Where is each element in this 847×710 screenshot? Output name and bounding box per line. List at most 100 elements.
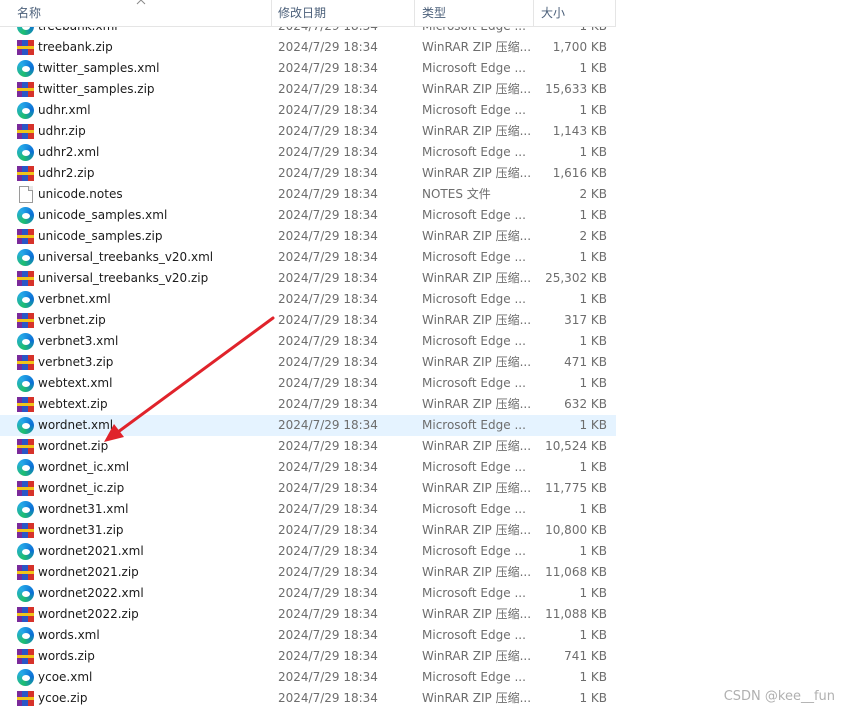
file-size: 1 KB <box>579 460 607 474</box>
column-type-header[interactable]: 类型 <box>422 0 446 26</box>
table-row[interactable]: udhr2.zip 2024/7/29 18:34 WinRAR ZIP 压缩...… <box>0 163 616 184</box>
edge-file-icon <box>17 291 34 308</box>
file-name: wordnet2022.zip <box>38 607 139 621</box>
table-row[interactable]: wordnet.xml 2024/7/29 18:34 Microsoft Edge… <box>0 415 616 436</box>
file-date: 2024/7/29 18:34 <box>278 586 378 600</box>
table-row[interactable]: webtext.zip 2024/7/29 18:34 WinRAR ZIP 压缩.… <box>0 394 616 415</box>
file-size: 1 KB <box>579 145 607 159</box>
file-type: NOTES 文件 <box>422 187 491 201</box>
table-row[interactable]: udhr2.xml 2024/7/29 18:34 Microsoft Edge .… <box>0 142 616 163</box>
file-size: 15,633 KB <box>545 82 607 96</box>
column-header: 名称 修改日期 类型 大小 <box>0 0 616 27</box>
file-name: ycoe.xml <box>38 670 93 684</box>
file-name: twitter_samples.zip <box>38 82 155 96</box>
file-date: 2024/7/29 18:34 <box>278 145 378 159</box>
file-size: 1 KB <box>579 61 607 75</box>
file-name: wordnet2022.xml <box>38 586 144 600</box>
edge-file-icon <box>17 60 34 77</box>
file-size: 11,775 KB <box>545 481 607 495</box>
table-row[interactable]: verbnet3.zip 2024/7/29 18:34 WinRAR ZIP 压缩… <box>0 352 616 373</box>
file-size: 11,088 KB <box>545 607 607 621</box>
file-type: WinRAR ZIP 压缩... <box>422 691 530 705</box>
sort-ascending-icon[interactable] <box>136 0 146 6</box>
file-size: 1,616 KB <box>552 166 607 180</box>
table-row[interactable]: wordnet31.zip 2024/7/29 18:34 WinRAR ZIP 压… <box>0 520 616 541</box>
file-type: Microsoft Edge ... <box>422 460 526 474</box>
file-date: 2024/7/29 18:34 <box>278 271 378 285</box>
table-row[interactable]: wordnet_ic.xml 2024/7/29 18:34 Microsoft E… <box>0 457 616 478</box>
file-type: WinRAR ZIP 压缩... <box>422 124 530 138</box>
column-separator[interactable] <box>271 0 272 26</box>
file-name: twitter_samples.xml <box>38 61 160 75</box>
file-date: 2024/7/29 18:34 <box>278 397 378 411</box>
edge-file-icon <box>17 102 34 119</box>
winrar-archive-icon <box>17 354 34 371</box>
file-size: 1 KB <box>579 418 607 432</box>
column-size-header[interactable]: 大小 <box>541 0 565 26</box>
file-date: 2024/7/29 18:34 <box>278 628 378 642</box>
file-type: WinRAR ZIP 压缩... <box>422 523 530 537</box>
table-row[interactable]: twitter_samples.zip 2024/7/29 18:34 WinRAR… <box>0 79 616 100</box>
file-type: Microsoft Edge ... <box>422 292 526 306</box>
file-size: 471 KB <box>564 355 607 369</box>
file-date: 2024/7/29 18:34 <box>278 565 378 579</box>
column-separator[interactable] <box>533 0 534 26</box>
edge-file-icon <box>17 459 34 476</box>
table-row[interactable]: ycoe.xml 2024/7/29 18:34 Microsoft Edge ..… <box>0 667 616 688</box>
file-date: 2024/7/29 18:34 <box>278 460 378 474</box>
file-name: wordnet.xml <box>38 418 114 432</box>
file-type: Microsoft Edge ... <box>422 334 526 348</box>
winrar-archive-icon <box>17 165 34 182</box>
file-name: verbnet.xml <box>38 292 111 306</box>
table-row[interactable]: unicode_samples.zip 2024/7/29 18:34 WinRAR… <box>0 226 616 247</box>
table-row[interactable]: wordnet2022.zip 2024/7/29 18:34 WinRAR ZIP… <box>0 604 616 625</box>
table-row[interactable]: treebank.zip 2024/7/29 18:34 WinRAR ZIP 压缩… <box>0 37 616 58</box>
file-type: WinRAR ZIP 压缩... <box>422 481 530 495</box>
column-name-header[interactable]: 名称 <box>17 0 41 26</box>
table-row[interactable]: unicode_samples.xml 2024/7/29 18:34 Micros… <box>0 205 616 226</box>
table-row[interactable]: verbnet.zip 2024/7/29 18:34 WinRAR ZIP 压缩.… <box>0 310 616 331</box>
table-row[interactable]: udhr.xml 2024/7/29 18:34 Microsoft Edge ..… <box>0 100 616 121</box>
file-name: wordnet_ic.xml <box>38 460 130 474</box>
table-row[interactable]: twitter_samples.xml 2024/7/29 18:34 Micros… <box>0 58 616 79</box>
table-row[interactable]: wordnet.zip 2024/7/29 18:34 WinRAR ZIP 压缩.… <box>0 436 616 457</box>
table-row[interactable]: unicode.notes 2024/7/29 18:34 NOTES 文件 2 KB <box>0 184 616 205</box>
table-row[interactable]: webtext.xml 2024/7/29 18:34 Microsoft Edge… <box>0 373 616 394</box>
file-size: 1 KB <box>579 628 607 642</box>
file-type: WinRAR ZIP 压缩... <box>422 82 530 96</box>
file-date: 2024/7/29 18:34 <box>278 229 378 243</box>
column-date-header[interactable]: 修改日期 <box>278 0 326 26</box>
file-type: WinRAR ZIP 压缩... <box>422 313 530 327</box>
file-date: 2024/7/29 18:34 <box>278 313 378 327</box>
table-row[interactable]: verbnet3.xml 2024/7/29 18:34 Microsoft Edg… <box>0 331 616 352</box>
winrar-archive-icon <box>17 123 34 140</box>
table-row[interactable]: verbnet.xml 2024/7/29 18:34 Microsoft Edge… <box>0 289 616 310</box>
file-type: WinRAR ZIP 压缩... <box>422 229 530 243</box>
table-row[interactable]: universal_treebanks_v20.zip 2024/7/29 18:… <box>0 268 616 289</box>
table-row[interactable]: words.zip 2024/7/29 18:34 WinRAR ZIP 压缩...… <box>0 646 616 667</box>
file-type: Microsoft Edge ... <box>422 103 526 117</box>
column-separator[interactable] <box>414 0 415 26</box>
file-size: 317 KB <box>564 313 607 327</box>
table-row[interactable]: universal_treebanks_v20.xml 2024/7/29 18:… <box>0 247 616 268</box>
table-row[interactable]: words.xml 2024/7/29 18:34 Microsoft Edge .… <box>0 625 616 646</box>
file-name: udhr2.xml <box>38 145 100 159</box>
column-separator[interactable] <box>615 0 616 26</box>
table-row[interactable]: wordnet_ic.zip 2024/7/29 18:34 WinRAR ZIP … <box>0 478 616 499</box>
table-row[interactable]: udhr.zip 2024/7/29 18:34 WinRAR ZIP 压缩... 1… <box>0 121 616 142</box>
file-type: Microsoft Edge ... <box>422 208 526 222</box>
winrar-archive-icon <box>17 81 34 98</box>
table-row[interactable]: wordnet2022.xml 2024/7/29 18:34 Microsoft … <box>0 583 616 604</box>
table-row[interactable]: wordnet31.xml 2024/7/29 18:34 Microsoft Ed… <box>0 499 616 520</box>
table-row[interactable]: wordnet2021.xml 2024/7/29 18:34 Microsoft … <box>0 541 616 562</box>
file-size: 1 KB <box>579 586 607 600</box>
file-size: 1 KB <box>579 691 607 705</box>
table-row[interactable]: wordnet2021.zip 2024/7/29 18:34 WinRAR ZIP… <box>0 562 616 583</box>
edge-file-icon <box>17 585 34 602</box>
edge-file-icon <box>17 501 34 518</box>
generic-file-icon <box>19 186 33 203</box>
file-type: WinRAR ZIP 压缩... <box>422 565 530 579</box>
table-row[interactable]: ycoe.zip 2024/7/29 18:34 WinRAR ZIP 压缩... 1… <box>0 688 616 709</box>
winrar-archive-icon <box>17 270 34 287</box>
winrar-archive-icon <box>17 690 34 707</box>
